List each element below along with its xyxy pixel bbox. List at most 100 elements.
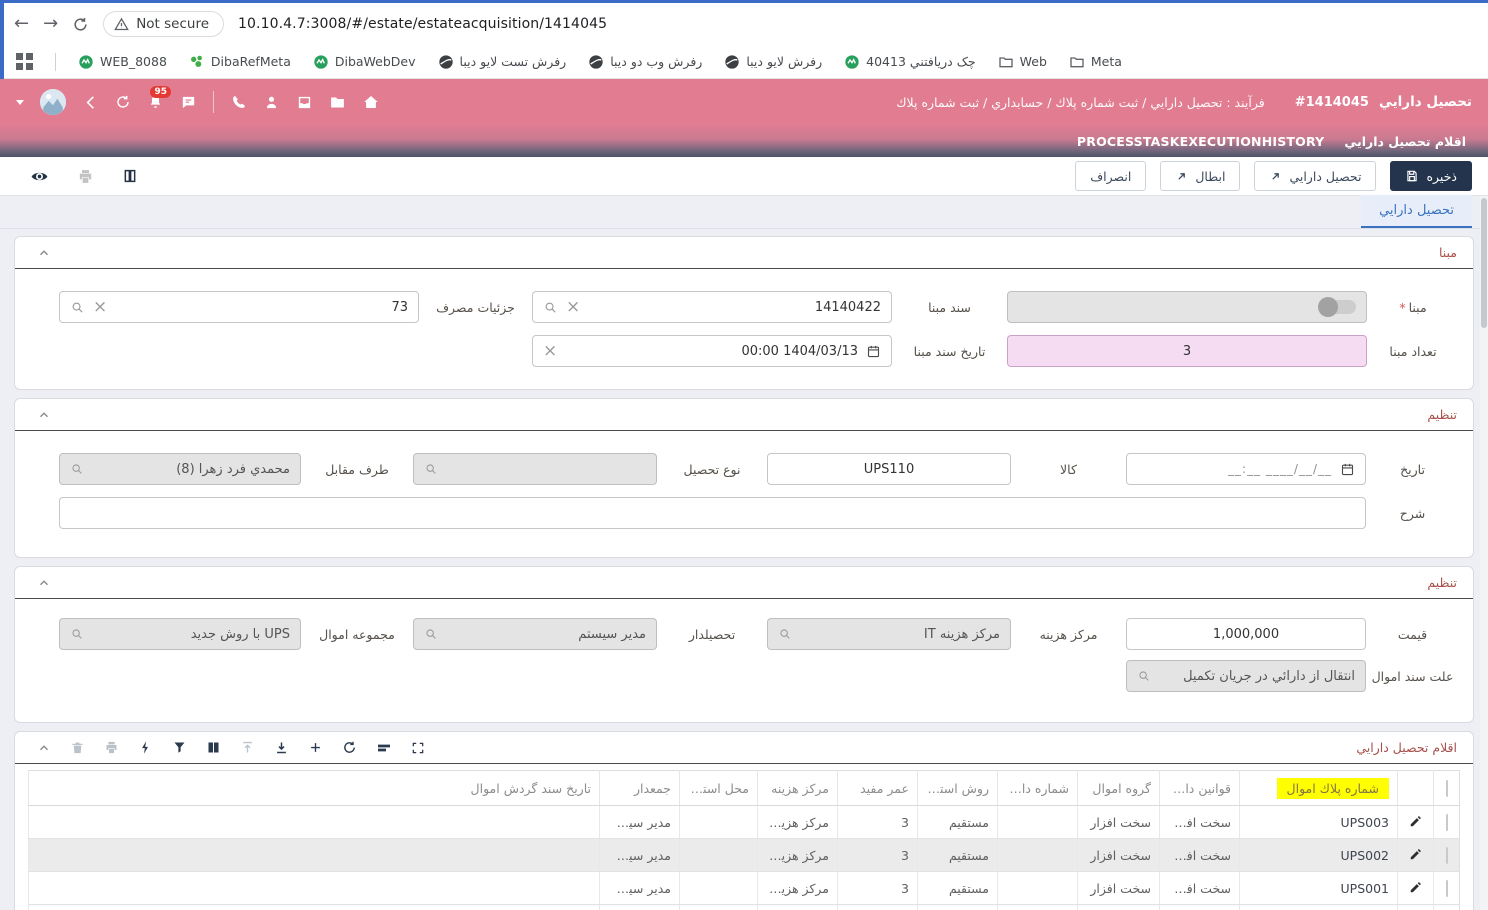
sub-header: اقلام تحصيل دارايي PROCESSTASKEXECUTIONH… (0, 125, 1488, 157)
panel-title: تنظيم (1427, 407, 1457, 422)
caret-down-icon[interactable] (16, 100, 24, 105)
price-field[interactable]: 1,000,000 (1126, 618, 1366, 650)
basis-doc-date-field[interactable]: 00:00 1404/03/13 × (532, 335, 892, 367)
cancel-button[interactable]: انصراف (1075, 161, 1146, 191)
bookmark-web-8088[interactable]: WEB_8088 (78, 54, 167, 70)
home-icon[interactable] (362, 93, 380, 111)
clear-icon[interactable]: × (93, 299, 107, 316)
apps-grid-icon[interactable] (16, 53, 33, 70)
col-cost-center[interactable]: مركز هزينه (758, 771, 838, 806)
edit-pencil-icon[interactable] (1409, 880, 1423, 894)
tab-bar: تحصيل دارايي (0, 196, 1488, 229)
bookmark-check-receivable[interactable]: چک دريافتني 40413 (844, 54, 975, 70)
col-depreciation[interactable]: روش استهلاك (918, 771, 998, 806)
avatar[interactable] (40, 89, 66, 115)
url-text[interactable]: 10.10.4.7:3008/#/estate/estateacquisitio… (238, 16, 607, 32)
goods-field[interactable]: UPS110 (767, 453, 1011, 485)
search-icon (424, 462, 438, 476)
browser-forward-icon[interactable]: → (43, 15, 58, 33)
bookmark-folder-web[interactable]: Web (998, 54, 1047, 70)
consumption-field[interactable]: 73 × (59, 291, 419, 323)
vertical-scrollbar[interactable] (1480, 196, 1488, 910)
asset-doc-reason-field: انتقال از دارائي در جريان تكميل (1126, 660, 1366, 692)
folder-icon (1069, 54, 1085, 70)
col-turnover-date[interactable]: تاريخ سند گردش اموال (29, 771, 600, 806)
col-collector[interactable]: جمعدار (600, 771, 680, 806)
row-checkbox[interactable] (1446, 847, 1448, 864)
refresh-icon[interactable] (115, 94, 131, 110)
book-icon[interactable] (122, 168, 138, 184)
search-icon[interactable] (543, 300, 558, 315)
back-icon[interactable] (82, 94, 99, 111)
bookmark-refresh-live[interactable]: رفرش لايو ديبا (724, 54, 822, 70)
void-button[interactable]: ابطال (1160, 161, 1240, 191)
bookmark-label: DibaRefMeta (211, 54, 291, 69)
col-rules[interactable]: قوانين دارايي (1160, 771, 1240, 806)
basis-doc-field[interactable]: 14140422 × (532, 291, 892, 323)
col-group[interactable]: گروه اموال (1078, 771, 1160, 806)
asset-doc-reason-value: انتقال از دارائي در جريان تكميل (1183, 669, 1355, 684)
page-title: تحصيل دارايي (1379, 94, 1472, 110)
acquisition-button[interactable]: تحصيل دارايي (1254, 161, 1376, 191)
rows-icon[interactable] (376, 740, 392, 756)
save-button[interactable]: ذخيره (1390, 161, 1472, 191)
eye-icon[interactable] (30, 167, 49, 186)
bookmark-dibawebdev[interactable]: DibaWebDev (313, 54, 416, 70)
browser-reload-icon[interactable] (72, 16, 89, 33)
refresh-icon[interactable] (342, 740, 357, 755)
cell-collector: مدير سيستم (600, 839, 680, 872)
acquisition-button-label: تحصيل دارايي (1289, 169, 1361, 184)
collapse-chevron-icon[interactable] (37, 576, 51, 590)
user-icon[interactable] (263, 94, 280, 111)
collapse-chevron-icon[interactable] (37, 741, 51, 755)
row-checkbox[interactable] (1446, 880, 1448, 897)
fullscreen-icon[interactable] (411, 741, 425, 755)
col-location[interactable]: محل استقرار (680, 771, 758, 806)
bookmark-dibarefmeta[interactable]: DibaRefMeta (189, 54, 291, 70)
search-icon (424, 627, 438, 641)
browser-back-icon[interactable]: ← (14, 15, 29, 33)
collapse-chevron-icon[interactable] (37, 246, 51, 260)
phone-icon[interactable] (230, 94, 247, 111)
basis-count-field[interactable]: 3 (1007, 335, 1367, 367)
notifications-bell-icon[interactable]: 95 (147, 94, 164, 111)
clear-icon[interactable]: × (543, 343, 557, 360)
edit-pencil-icon[interactable] (1409, 847, 1423, 861)
basis-count-value: 3 (1183, 344, 1191, 359)
chat-icon[interactable] (180, 94, 197, 111)
scrollbar-thumb[interactable] (1481, 198, 1487, 328)
date-field[interactable]: __:__ ____/__/__ (1126, 453, 1366, 485)
col-plate[interactable]: شماره پلاك اموال (1240, 771, 1398, 806)
filter-icon[interactable] (172, 740, 187, 755)
add-icon[interactable] (308, 740, 323, 755)
col-useful-life[interactable]: عمر مفيد (838, 771, 918, 806)
address-bar[interactable]: Not secure (103, 11, 224, 37)
edit-pencil-icon[interactable] (1409, 814, 1423, 828)
inbox-icon[interactable] (296, 94, 313, 111)
clear-icon[interactable]: × (566, 299, 580, 316)
bookmark-folder-meta[interactable]: Meta (1069, 54, 1122, 70)
download-icon[interactable] (274, 740, 289, 755)
tab-acquisition[interactable]: تحصيل دارايي (1361, 195, 1472, 228)
bookmark-refresh-test-live[interactable]: رفرش تست لايو ديبا (438, 54, 567, 70)
collapse-chevron-icon[interactable] (37, 408, 51, 422)
calendar-icon[interactable] (866, 344, 881, 359)
header-icon-bar: 95 (16, 89, 380, 115)
row-checkbox[interactable] (1446, 814, 1448, 831)
date-label: تاريخ (1366, 462, 1459, 477)
bookmark-label: رفرش تست لايو ديبا (460, 54, 567, 69)
select-all-checkbox[interactable] (1446, 780, 1448, 797)
basis-doc-date-label: تاريخ سند مبنا (892, 344, 1007, 359)
search-icon[interactable] (70, 300, 85, 315)
flash-icon[interactable] (138, 740, 153, 755)
grid-title: اقلام تحصيل دارايي (1356, 740, 1457, 755)
folder-icon[interactable] (329, 94, 346, 111)
items-table: شماره پلاك اموال قوانين دارايي گروه اموا… (28, 770, 1460, 910)
description-field[interactable] (59, 497, 1366, 529)
columns-icon[interactable] (206, 740, 221, 755)
calendar-icon[interactable] (1340, 462, 1355, 477)
col-daikom[interactable]: شماره دايكوم... (998, 771, 1078, 806)
edit-column-header (1398, 771, 1434, 806)
bookmark-refresh-web2[interactable]: رفرش وب دو ديبا (588, 54, 702, 70)
browser-chrome: ← → Not secure 10.10.4.7:3008/#/estate/e… (0, 0, 1488, 79)
